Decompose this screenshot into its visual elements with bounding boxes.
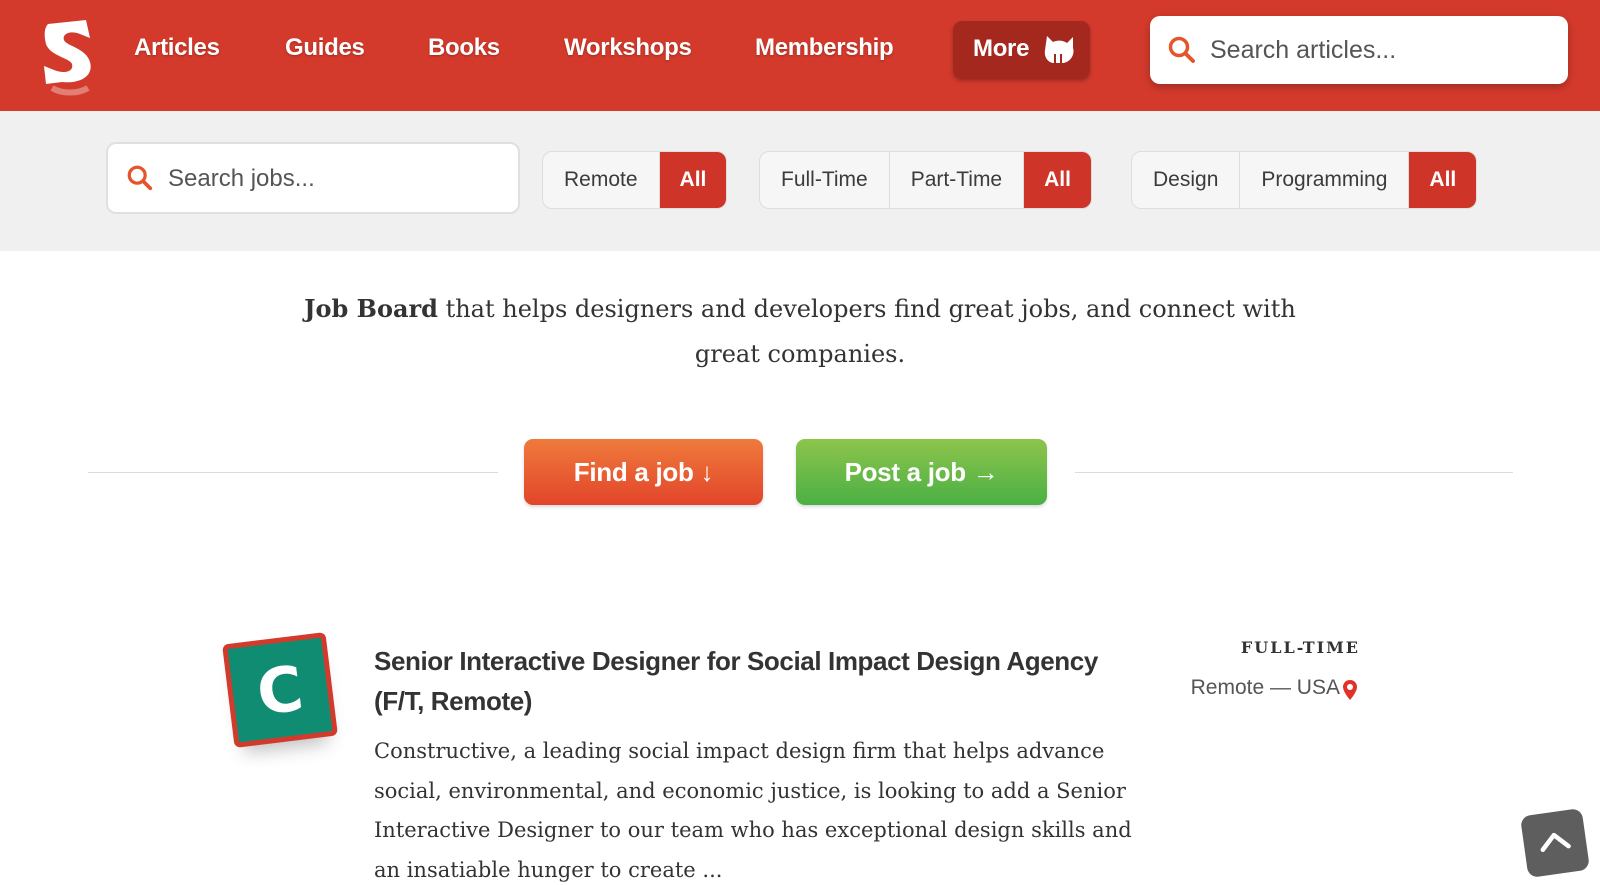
intro-text: that helps designers and developers find… (437, 295, 1296, 368)
category-filter: Design Programming All (1131, 151, 1478, 209)
find-job-button[interactable]: Find a job ↓ (524, 439, 763, 505)
filter-category-all[interactable]: All (1409, 152, 1477, 208)
divider-left (88, 472, 498, 473)
cat-mascot-icon (1041, 32, 1077, 71)
intro-heading: Job Board (304, 294, 438, 323)
search-icon (1167, 35, 1197, 70)
filter-remote[interactable]: Remote (543, 152, 660, 208)
nav-membership[interactable]: Membership (755, 34, 894, 62)
post-job-button[interactable]: Post a job → (796, 439, 1047, 505)
filter-location-all[interactable]: All (659, 152, 727, 208)
job-location: Remote — USA (1190, 676, 1340, 699)
filter-design[interactable]: Design (1132, 152, 1241, 208)
nav-books[interactable]: Books (428, 34, 500, 62)
job-description: Constructive, a leading social impact de… (374, 739, 1132, 882)
job-board-intro: Job Board that helps designers and devel… (290, 286, 1310, 377)
scroll-to-top-button[interactable] (1519, 807, 1591, 879)
employment-type-filter: Full-Time Part-Time All (759, 151, 1092, 209)
top-navigation: Articles Guides Books Workshops Membersh… (0, 0, 1600, 111)
job-filter-bar: Remote All Full-Time Part-Time All Desig… (0, 111, 1600, 251)
chevron-up-icon (1537, 827, 1572, 858)
more-label: More (973, 35, 1030, 62)
filter-full-time[interactable]: Full-Time (760, 152, 890, 208)
job-type-label: FULL-TIME (1240, 638, 1360, 657)
nav-guides[interactable]: Guides (285, 34, 365, 62)
filter-part-time[interactable]: Part-Time (890, 152, 1025, 208)
company-logo[interactable]: C (222, 632, 338, 748)
article-search-input[interactable] (1210, 30, 1550, 70)
article-search-box[interactable] (1150, 16, 1568, 84)
site-logo[interactable] (40, 18, 100, 98)
search-icon (126, 164, 154, 197)
nav-workshops[interactable]: Workshops (564, 34, 692, 62)
company-logo-letter: C (252, 650, 308, 730)
more-menu-button[interactable]: More (953, 21, 1090, 79)
filter-type-all[interactable]: All (1024, 152, 1091, 208)
job-search-box[interactable] (106, 142, 520, 214)
location-pin-icon (1342, 679, 1358, 706)
job-search-input[interactable] (168, 159, 498, 199)
filter-programming[interactable]: Programming (1240, 152, 1410, 208)
nav-articles[interactable]: Articles (134, 34, 220, 62)
location-filter: Remote All (542, 151, 728, 209)
job-title-link[interactable]: Senior Interactive Designer for Social I… (374, 641, 1144, 721)
divider-right (1075, 472, 1513, 473)
